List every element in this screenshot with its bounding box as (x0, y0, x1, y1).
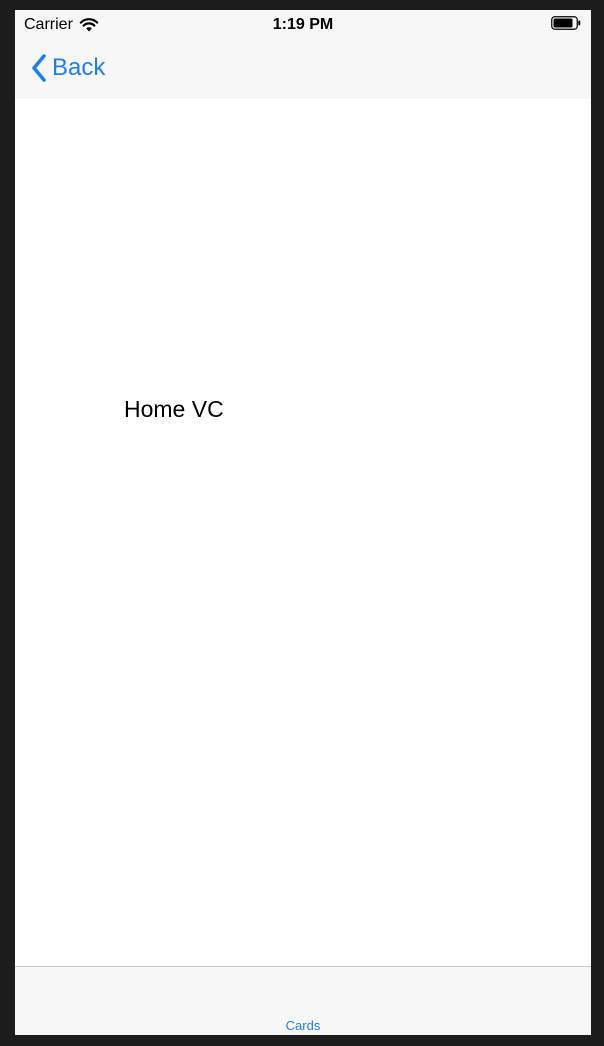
battery-icon (551, 16, 581, 30)
back-button-label: Back (52, 54, 106, 81)
status-bar: Carrier 1:19 PM (15, 10, 591, 40)
tab-cards[interactable]: Cards (15, 1018, 591, 1033)
chevron-left-icon (32, 54, 46, 82)
status-time: 1:19 PM (272, 16, 334, 33)
app-screen: Carrier 1:19 PM Back Home VC Cards (15, 10, 591, 1035)
tab-bar: Cards (15, 966, 591, 1035)
main-content: Home VC (15, 99, 591, 966)
navigation-bar: Back (15, 40, 591, 99)
back-button[interactable]: Back (30, 53, 105, 83)
home-label: Home VC (124, 396, 224, 422)
